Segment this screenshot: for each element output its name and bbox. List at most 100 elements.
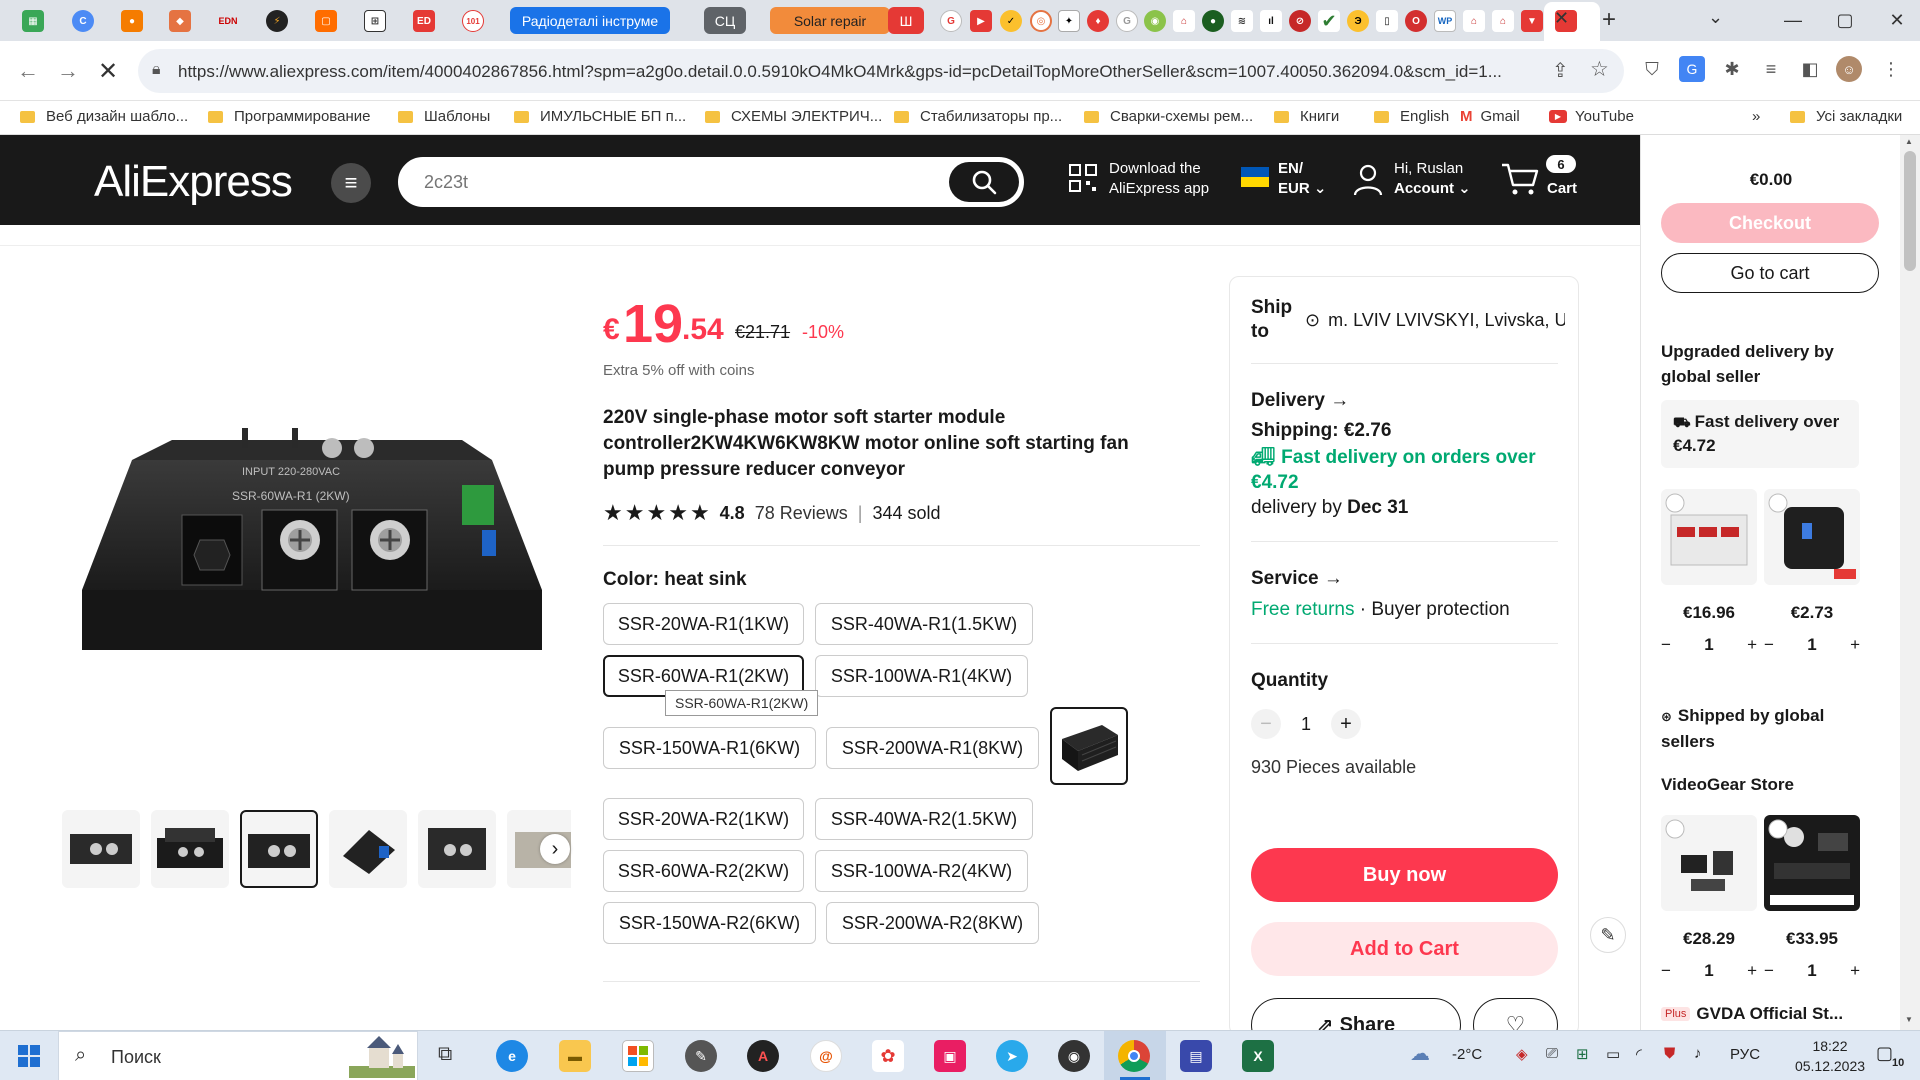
shield-tray-icon[interactable]: ⛊ xyxy=(1664,1045,1675,1062)
tab-favicon[interactable]: ✔ xyxy=(1318,10,1340,32)
bookmark-folder[interactable]: Книги xyxy=(1274,108,1339,125)
task-view-icon[interactable]: ⧉ xyxy=(438,1043,452,1066)
product-thumbnail-selected[interactable] xyxy=(240,810,318,888)
tab-favicon[interactable]: ◎ xyxy=(1030,10,1052,32)
profile-avatar[interactable]: ☺ xyxy=(1836,56,1862,82)
wifi-icon[interactable]: ◜ xyxy=(1636,1045,1642,1063)
service-link[interactable]: Service → xyxy=(1251,568,1343,590)
language-indicator[interactable]: РУС xyxy=(1730,1046,1760,1063)
app-icon[interactable]: ▤ xyxy=(1180,1040,1212,1072)
qty-decrease-icon[interactable]: − xyxy=(1661,635,1671,655)
tab-favicon[interactable]: Э xyxy=(1347,10,1369,32)
translate-extension-icon[interactable]: G xyxy=(1679,56,1705,82)
sku-image-option-heat-sink[interactable] xyxy=(1050,707,1128,785)
extensions-puzzle-icon[interactable]: ✱ xyxy=(1719,56,1745,82)
chrome-taskbar-active[interactable] xyxy=(1104,1031,1166,1080)
tab-radiodetali[interactable]: Радіодеталі інструме xyxy=(510,7,670,34)
sku-option[interactable]: SSR-40WA-R2(1.5KW) xyxy=(815,798,1033,840)
sku-option[interactable]: SSR-20WA-R1(1KW) xyxy=(603,603,804,645)
tab-favicon[interactable]: C xyxy=(72,10,94,32)
excel-icon[interactable]: X xyxy=(1242,1040,1274,1072)
notifications-icon[interactable]: ▢ xyxy=(1876,1043,1893,1064)
qty-increase-icon[interactable]: + xyxy=(1850,635,1860,655)
tab-favicon[interactable]: 101 xyxy=(462,10,484,32)
new-tab-icon[interactable]: + xyxy=(1602,6,1616,34)
tab-favicon[interactable]: ▼ xyxy=(1521,10,1543,32)
weather-temperature[interactable]: -2°C xyxy=(1452,1046,1482,1063)
tab-favicon[interactable]: ⚡ xyxy=(266,10,288,32)
tab-favicon[interactable]: ◉ xyxy=(1144,10,1166,32)
scroll-up-icon[interactable]: ▲ xyxy=(1905,137,1913,146)
close-tab-icon[interactable]: ✕ xyxy=(1554,8,1569,29)
tab-favicon[interactable]: WP xyxy=(1434,10,1456,32)
tab-favicon[interactable]: ⊞ xyxy=(364,10,386,32)
user-icon[interactable] xyxy=(1352,163,1384,202)
bookmark-star-icon[interactable]: ☆ xyxy=(1590,57,1609,82)
bookmark-gmail[interactable]: M Gmail xyxy=(1460,108,1520,125)
close-window-icon[interactable]: ✕ xyxy=(1874,0,1920,41)
bookmark-folder[interactable]: Программирование xyxy=(208,108,370,125)
sku-option[interactable]: SSR-100WA-R2(4KW) xyxy=(815,850,1028,892)
tab-favicon[interactable]: ıl xyxy=(1260,10,1282,32)
quantity-increase-button[interactable]: + xyxy=(1331,709,1361,739)
qr-code-icon[interactable] xyxy=(1068,163,1098,198)
product-thumbnail[interactable] xyxy=(329,810,407,888)
app-icon[interactable]: @ xyxy=(810,1040,842,1072)
cart-label[interactable]: Cart xyxy=(1547,179,1577,199)
language-currency-selector[interactable]: EN/ EUR ⌄ xyxy=(1278,159,1326,199)
sku-option[interactable]: SSR-60WA-R2(2KW) xyxy=(603,850,804,892)
aliexpress-logo[interactable]: AliExpress xyxy=(94,157,293,207)
tab-favicon[interactable]: ED xyxy=(413,10,435,32)
search-button[interactable] xyxy=(949,162,1019,202)
cart-product-image[interactable] xyxy=(1661,815,1757,911)
sku-option[interactable]: SSR-150WA-R1(6KW) xyxy=(603,727,816,769)
product-thumbnail[interactable] xyxy=(418,810,496,888)
reviews-link[interactable]: 78 Reviews xyxy=(755,503,848,524)
edit-feedback-icon[interactable]: ✎ xyxy=(1590,917,1626,953)
tab-favicon[interactable]: ✓ xyxy=(1000,10,1022,32)
product-thumbnail[interactable] xyxy=(62,810,140,888)
sku-option[interactable]: SSR-20WA-R2(1KW) xyxy=(603,798,804,840)
usb-icon[interactable]: ⎚ xyxy=(1546,1045,1558,1062)
thumbnail-next-icon[interactable]: › xyxy=(540,834,570,864)
quantity-decrease-button[interactable]: − xyxy=(1251,709,1281,739)
app-icon[interactable]: ◉ xyxy=(1058,1040,1090,1072)
sku-option[interactable]: SSR-200WA-R2(8KW) xyxy=(826,902,1039,944)
cart-icon[interactable] xyxy=(1500,161,1540,202)
minimize-icon[interactable]: — xyxy=(1770,0,1816,41)
tab-solar-repair[interactable]: Solar repair xyxy=(770,7,890,34)
tab-favicon[interactable]: G xyxy=(940,10,962,32)
tab-favicon[interactable]: ⊘ xyxy=(1289,10,1311,32)
bookmark-folder[interactable]: English xyxy=(1374,108,1449,125)
buy-now-button[interactable]: Buy now xyxy=(1251,848,1558,902)
tab-favicon[interactable]: ◆ xyxy=(169,10,191,32)
bookmark-folder[interactable]: СХЕМЫ ЭЛЕКТРИЧ... xyxy=(705,108,882,125)
tray-app-icon[interactable]: ⊞ xyxy=(1576,1045,1589,1063)
bookmark-folder[interactable]: Стабилизаторы пр... xyxy=(894,108,1062,125)
cart-product-image[interactable] xyxy=(1764,815,1860,911)
tab-favicon[interactable]: ▢ xyxy=(315,10,337,32)
reading-list-icon[interactable]: ≡ xyxy=(1758,56,1784,82)
bookmark-folder[interactable]: Сварки-схемы рем... xyxy=(1084,108,1253,125)
qty-decrease-icon[interactable]: − xyxy=(1661,961,1671,981)
qty-decrease-icon[interactable]: − xyxy=(1764,961,1774,981)
go-to-cart-button[interactable]: Go to cart xyxy=(1661,253,1879,293)
edge-icon[interactable]: e xyxy=(496,1040,528,1072)
qty-increase-icon[interactable]: + xyxy=(1747,961,1757,981)
tab-favicon[interactable]: ⌂ xyxy=(1173,10,1195,32)
url-text[interactable]: https://www.aliexpress.com/item/40004028… xyxy=(178,62,1558,82)
scroll-down-icon[interactable]: ▼ xyxy=(1905,1015,1913,1024)
qty-decrease-icon[interactable]: − xyxy=(1764,635,1774,655)
tab-favicon[interactable]: ⌂ xyxy=(1463,10,1485,32)
youtube-icon[interactable]: ▶ xyxy=(970,10,992,32)
store-name[interactable]: VideoGear Store xyxy=(1661,775,1794,795)
cart-product-image[interactable] xyxy=(1661,489,1757,585)
sku-option[interactable]: SSR-40WA-R1(1.5KW) xyxy=(815,603,1033,645)
windows-start-icon[interactable] xyxy=(18,1045,40,1072)
page-scrollbar[interactable]: ▲ ▼ xyxy=(1900,135,1920,1030)
share-page-icon[interactable]: ⇪ xyxy=(1552,58,1569,83)
bookmark-folder[interactable]: ИМУЛЬСНЫЕ БП п... xyxy=(514,108,686,125)
qty-increase-icon[interactable]: + xyxy=(1747,635,1757,655)
ukraine-flag-icon[interactable] xyxy=(1241,167,1269,187)
wishlist-button[interactable]: ♡ xyxy=(1473,998,1558,1030)
